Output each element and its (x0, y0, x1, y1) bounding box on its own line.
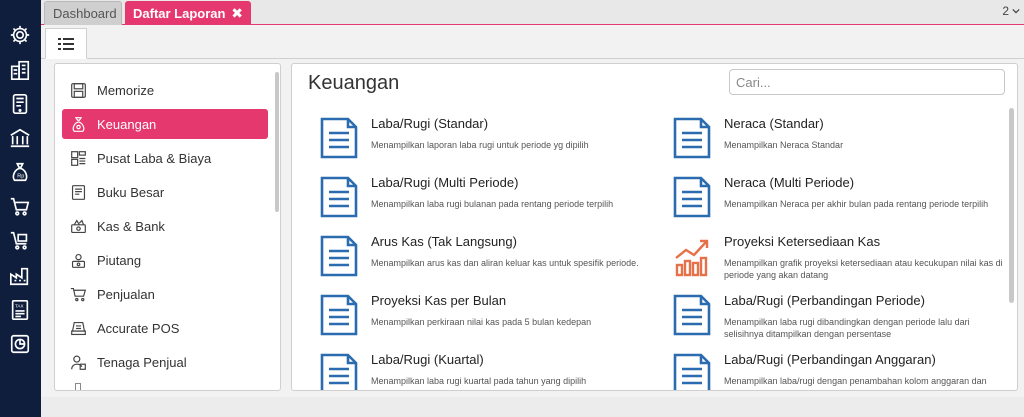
category-piutang[interactable]: Piutang (62, 245, 268, 275)
report-item[interactable]: Neraca (Multi Periode) Menampilkan Neraca… (672, 175, 1012, 231)
category-label: Pusat Laba & Biaya (97, 150, 212, 166)
search-input[interactable] (729, 69, 1005, 95)
tablet-icon[interactable] (9, 93, 31, 115)
report-title: Arus Kas (Tak Langsung) (371, 234, 517, 249)
tab-daftar-laporan[interactable]: Daftar Laporan ✖ (125, 1, 251, 25)
category-memorize[interactable]: Memorize (62, 75, 268, 105)
report-description: Menampilkan perkiraan nilai kas pada 5 b… (371, 317, 592, 327)
svg-text:Rp: Rp (17, 174, 24, 180)
building-icon[interactable] (9, 59, 31, 81)
chevron-down-icon (1012, 8, 1020, 14)
svg-text:TAX: TAX (15, 303, 24, 308)
tab-bar: Dashboard Daftar Laporan ✖ 2 (41, 0, 1024, 25)
document-icon (319, 293, 359, 337)
save-icon (69, 81, 87, 99)
category-label: Kas & Bank (97, 218, 165, 234)
growth-chart-icon (672, 234, 712, 278)
report-title: Proyeksi Ketersediaan Kas (724, 234, 881, 249)
report-title: Laba/Rugi (Standar) (371, 116, 489, 131)
category-label: Accurate POS (97, 320, 180, 336)
category-label: Penjualan (97, 286, 155, 302)
report-icon[interactable] (9, 333, 31, 355)
category-penjualan[interactable]: Penjualan (62, 279, 268, 309)
tab-label: Daftar Laporan (133, 5, 226, 21)
category-keuangan[interactable]: Keuangan (62, 109, 268, 139)
category-accurate-pos[interactable]: Accurate POS (62, 313, 268, 343)
report-item[interactable]: Laba/Rugi (Perbandingan Anggaran) Menampi… (672, 352, 1012, 390)
ledger-icon (69, 183, 87, 201)
salesperson-icon (69, 353, 87, 371)
category-label: Tenaga Penjual (97, 354, 187, 370)
report-item[interactable]: Laba/Rugi (Standar) Menampilkan laporan l… (319, 116, 659, 172)
category-panel: Memorize Keuangan Pusat Laba & Biaya Buk… (54, 63, 281, 391)
report-list-panel: Keuangan Laba/Rugi (Standar) Menampilkan … (291, 63, 1018, 391)
document-icon (319, 352, 359, 390)
report-description: Menampilkan arus kas dan aliran keluar k… (371, 258, 639, 268)
tax-icon[interactable]: TAX (9, 299, 31, 321)
bottom-strip (41, 397, 1024, 417)
report-item[interactable]: Arus Kas (Tak Langsung) Menampilkan arus … (319, 234, 659, 290)
bank-icon[interactable] (9, 127, 31, 149)
cash-icon (69, 217, 87, 235)
report-title: Proyeksi Kas per Bulan (371, 293, 507, 308)
report-description: Menampilkan laba rugi dibandingkan denga… (724, 317, 970, 339)
app-sidebar-rail: Rp TAX (0, 0, 41, 417)
report-title: Laba/Rugi (Kuartal) (371, 352, 484, 367)
toolbar (41, 26, 1024, 59)
tab-count-value: 2 (1002, 4, 1009, 18)
report-title: Neraca (Multi Periode) (724, 175, 855, 190)
cost-center-icon (69, 149, 87, 167)
list-view-button[interactable] (45, 28, 87, 59)
report-title: Laba/Rugi (Perbandingan Anggaran) (724, 352, 936, 367)
report-description: Menampilkan grafik proyeksi ketersediaan… (724, 258, 1003, 280)
report-description: Menampilkan laba rugi kuartal pada tahun… (371, 376, 587, 386)
factory-icon[interactable] (9, 265, 31, 287)
document-icon (672, 352, 712, 390)
category-pusat-laba-biaya[interactable]: Pusat Laba & Biaya (62, 143, 268, 173)
document-icon (319, 175, 359, 219)
cart-icon (69, 285, 87, 303)
report-description: Menampilkan laba/rugi dengan penambahan … (724, 376, 987, 386)
report-description: Menampilkan Neraca per akhir bulan pada … (724, 199, 989, 209)
tab-count-dropdown[interactable]: 2 (1002, 4, 1020, 18)
report-item[interactable]: Proyeksi Kas per Bulan Menampilkan perkir… (319, 293, 659, 349)
report-item[interactable]: Laba/Rugi (Kuartal) Menampilkan laba rugi… (319, 352, 659, 390)
document-icon (319, 116, 359, 160)
tab-label: Dashboard (53, 6, 117, 21)
tab-dashboard[interactable]: Dashboard (44, 1, 122, 25)
next-category-icon-partial (75, 383, 81, 390)
category-scrollbar[interactable] (275, 72, 279, 212)
report-item[interactable]: Laba/Rugi (Multi Periode) Menampilkan lab… (319, 175, 659, 231)
report-title: Laba/Rugi (Multi Periode) (371, 175, 519, 190)
report-item[interactable]: Laba/Rugi (Perbandingan Periode) Menampil… (672, 293, 1012, 349)
category-buku-besar[interactable]: Buku Besar (62, 177, 268, 207)
category-label: Piutang (97, 252, 142, 268)
report-item[interactable]: Proyeksi Ketersediaan Kas Menampilkan gra… (672, 234, 1012, 290)
document-icon (672, 175, 712, 219)
report-item[interactable]: Neraca (Standar) Menampilkan Neraca Stand… (672, 116, 1012, 172)
category-label: Keuangan (97, 116, 157, 132)
category-label: Memorize (97, 82, 155, 98)
list-icon (58, 37, 74, 50)
report-description: Menampilkan laporan laba rugi untuk peri… (371, 140, 589, 150)
category-tenaga-penjual[interactable]: Tenaga Penjual (62, 347, 268, 377)
document-icon (672, 116, 712, 160)
money-bag-icon[interactable]: Rp (9, 161, 31, 183)
report-description: Menampilkan Neraca Standar (724, 140, 844, 150)
document-icon (672, 293, 712, 337)
receivable-icon (69, 251, 87, 269)
report-title: Neraca (Standar) (724, 116, 824, 131)
close-icon[interactable]: ✖ (231, 5, 243, 22)
pos-icon (69, 319, 87, 337)
gear-icon[interactable] (9, 24, 31, 46)
report-title: Laba/Rugi (Perbandingan Periode) (724, 293, 925, 308)
cart-icon[interactable] (9, 196, 31, 218)
page-title: Keuangan (308, 72, 400, 94)
category-label: Buku Besar (97, 184, 165, 200)
money-bag-icon (69, 115, 87, 133)
category-kas-bank[interactable]: Kas & Bank (62, 211, 268, 241)
document-icon (319, 234, 359, 278)
report-description: Menampilkan laba rugi bulanan pada renta… (371, 199, 614, 209)
cart-box-icon[interactable] (9, 230, 31, 252)
